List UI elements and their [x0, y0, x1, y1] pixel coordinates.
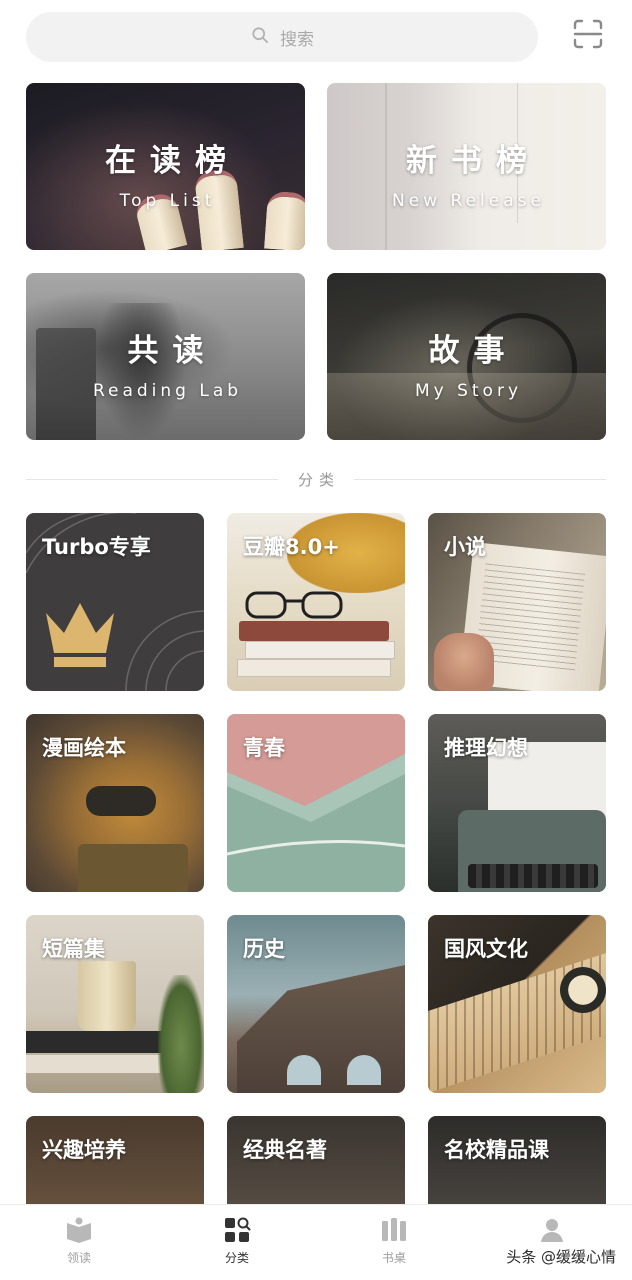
top-list-card[interactable]: 在读榜 Top List	[26, 83, 305, 250]
divider-line	[354, 478, 607, 480]
tab-label: 书桌	[381, 1251, 406, 1265]
book-open-icon	[39, 1215, 119, 1245]
category-novel[interactable]: 小说	[428, 513, 606, 691]
category-label: 青春	[243, 736, 285, 760]
arch-decoration	[287, 1055, 321, 1085]
category-short-stories[interactable]: 短篇集	[26, 915, 204, 1093]
feature-subtitle: Top List	[119, 191, 216, 211]
category-label: 历史	[243, 937, 285, 961]
category-label: 豆瓣8.0+	[243, 535, 340, 559]
plant-decoration	[158, 975, 204, 1093]
tab-profile[interactable]	[512, 1215, 592, 1249]
search-input[interactable]: 搜索	[26, 12, 538, 62]
category-label: Turbo专享	[42, 535, 151, 559]
person-decoration	[96, 303, 186, 440]
category-chinese-culture[interactable]: 国风文化	[428, 915, 606, 1093]
section-divider: 分类	[26, 468, 607, 490]
bottom-navigation: 领读 分类 书桌	[0, 1204, 632, 1280]
book-decoration	[239, 621, 389, 641]
hand-decoration	[434, 633, 494, 691]
category-label: 推理幻想	[444, 736, 528, 760]
robot-body-decoration	[78, 844, 188, 892]
category-label: 名校精品课	[444, 1138, 549, 1162]
feature-title: 新书榜	[406, 143, 541, 179]
watermark-text: 头条 @缓缓心情	[506, 1248, 616, 1266]
keys-decoration	[468, 864, 598, 888]
feature-subtitle: New Release	[392, 191, 545, 211]
book-decoration	[237, 659, 391, 677]
tab-categories[interactable]: 分类	[197, 1215, 277, 1266]
category-history[interactable]: 历史	[227, 915, 405, 1093]
book-decoration	[26, 1053, 160, 1073]
category-youth[interactable]: 青春	[227, 714, 405, 892]
scan-button[interactable]	[570, 18, 606, 54]
category-label: 兴趣培养	[42, 1138, 126, 1162]
scan-icon	[572, 18, 604, 54]
category-label: 漫画绘本	[42, 736, 126, 760]
search-icon	[250, 25, 270, 50]
category-mystery[interactable]: 推理幻想	[428, 714, 606, 892]
bookshelf-icon	[354, 1215, 434, 1245]
feature-title: 在读榜	[105, 143, 240, 179]
screen: 搜索 在读榜 Top List 新书榜 New Release 共读 Readi…	[0, 0, 632, 1280]
category-douban[interactable]: 豆瓣8.0+	[227, 513, 405, 691]
section-title: 分类	[298, 470, 341, 489]
category-label: 国风文化	[444, 937, 528, 961]
book-decoration	[26, 1031, 166, 1053]
robot-head-decoration	[86, 786, 156, 816]
arch-decoration	[347, 1055, 381, 1085]
tab-reading[interactable]: 领读	[39, 1215, 119, 1266]
feature-title: 故事	[428, 333, 519, 369]
tab-label: 领读	[66, 1251, 91, 1265]
category-label: 短篇集	[42, 937, 105, 961]
profile-icon	[512, 1215, 592, 1245]
category-label: 小说	[444, 535, 486, 559]
tab-label: 分类	[224, 1251, 249, 1265]
category-label: 经典名著	[243, 1138, 327, 1162]
category-turbo[interactable]: Turbo专享	[26, 513, 204, 691]
divider-line	[26, 478, 278, 480]
search-placeholder: 搜索	[280, 29, 314, 50]
tab-desk[interactable]: 书桌	[354, 1215, 434, 1266]
reading-lab-card[interactable]: 共读 Reading Lab	[26, 273, 305, 440]
category-comics[interactable]: 漫画绘本	[26, 714, 204, 892]
feature-subtitle: My Story	[414, 381, 523, 401]
mug-decoration	[78, 961, 136, 1031]
new-release-card[interactable]: 新书榜 New Release	[327, 83, 606, 250]
my-story-card[interactable]: 故事 My Story	[327, 273, 606, 440]
category-grid-icon	[197, 1215, 277, 1245]
feature-title: 共读	[127, 333, 218, 369]
book-decoration	[245, 641, 395, 659]
cup-decoration	[560, 967, 606, 1013]
feature-subtitle: Reading Lab	[92, 381, 243, 401]
